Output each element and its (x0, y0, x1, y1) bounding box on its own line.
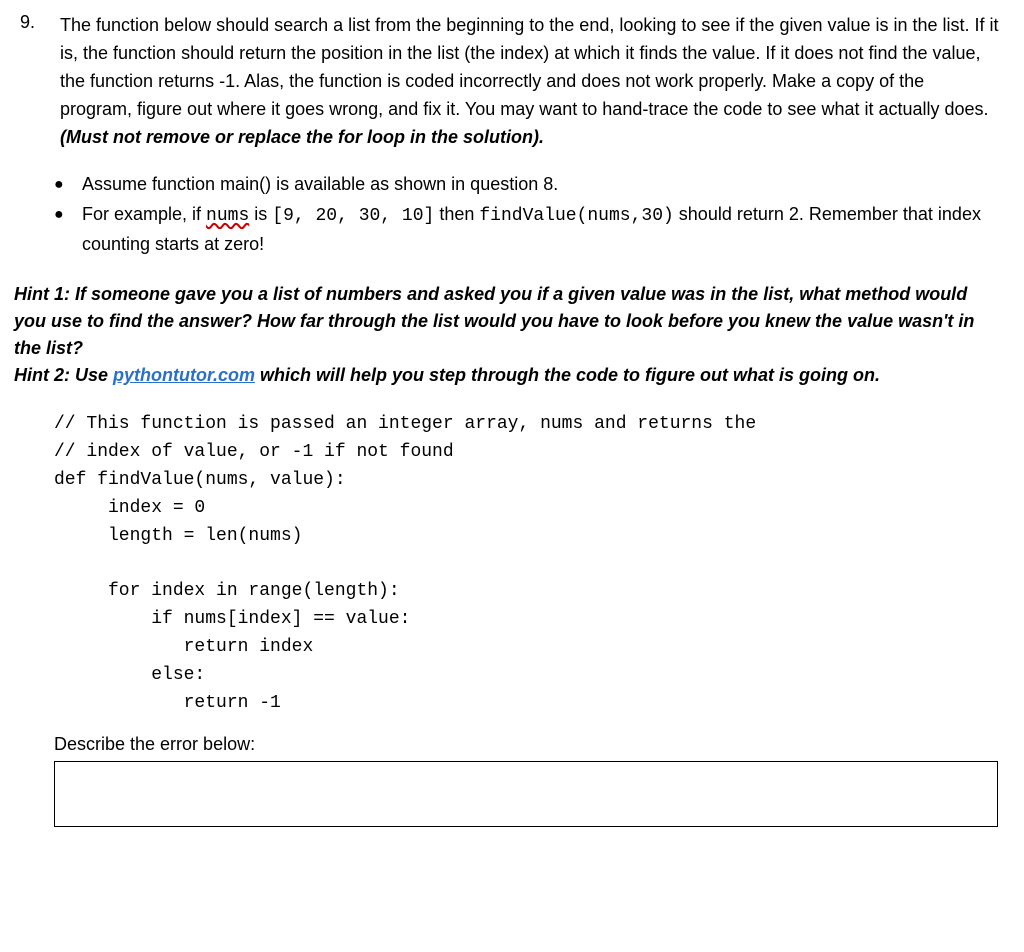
code-block: // This function is passed an integer ar… (54, 411, 1000, 718)
code-line: def findValue(nums, value): (54, 470, 346, 490)
code-list-literal: [9, 20, 30, 10] (272, 206, 434, 226)
answer-box[interactable] (54, 761, 998, 827)
code-nums-squiggle: nums (206, 206, 249, 226)
question-body: The function below should search a list … (60, 12, 1000, 151)
code-line: return -1 (54, 693, 281, 713)
text-fragment: Hint 2: Use (14, 365, 113, 385)
code-call: findValue(nums,30) (479, 206, 673, 226)
code-line: // index of value, or -1 if not found (54, 442, 454, 462)
question-number: 9. (14, 12, 60, 33)
bullet-item: ● Assume function main() is available as… (54, 171, 1000, 199)
question-prompt-main: The function below should search a list … (60, 15, 999, 119)
code-line: length = len(nums) (54, 526, 302, 546)
pythontutor-link[interactable]: pythontutor.com (113, 365, 255, 385)
text-fragment: is (249, 204, 272, 224)
bullet-list: ● Assume function main() is available as… (54, 171, 1000, 259)
code-line: index = 0 (54, 498, 205, 518)
question-page: 9. The function below should search a li… (0, 0, 1024, 847)
text-fragment: For example, if (82, 204, 206, 224)
hint-2: Hint 2: Use pythontutor.com which will h… (14, 362, 1000, 389)
text-fragment: then (434, 204, 479, 224)
hints-block: Hint 1: If someone gave you a list of nu… (14, 281, 1000, 389)
code-line: return index (54, 637, 313, 657)
code-line: // This function is passed an integer ar… (54, 414, 756, 434)
code-line: if nums[index] == value: (54, 609, 410, 629)
bullet-text: For example, if nums is [9, 20, 30, 10] … (82, 201, 1000, 259)
code-line: else: (54, 665, 205, 685)
bullet-icon: ● (54, 171, 82, 198)
bullet-item: ● For example, if nums is [9, 20, 30, 10… (54, 201, 1000, 259)
hint-1: Hint 1: If someone gave you a list of nu… (14, 281, 1000, 362)
bullet-icon: ● (54, 201, 82, 228)
question-row: 9. The function below should search a li… (14, 12, 1000, 151)
code-line: for index in range(length): (54, 581, 400, 601)
question-constraint: (Must not remove or replace the for loop… (60, 127, 544, 147)
text-fragment: which will help you step through the cod… (255, 365, 880, 385)
describe-label: Describe the error below: (54, 734, 1000, 755)
bullet-text: Assume function main() is available as s… (82, 171, 1000, 199)
